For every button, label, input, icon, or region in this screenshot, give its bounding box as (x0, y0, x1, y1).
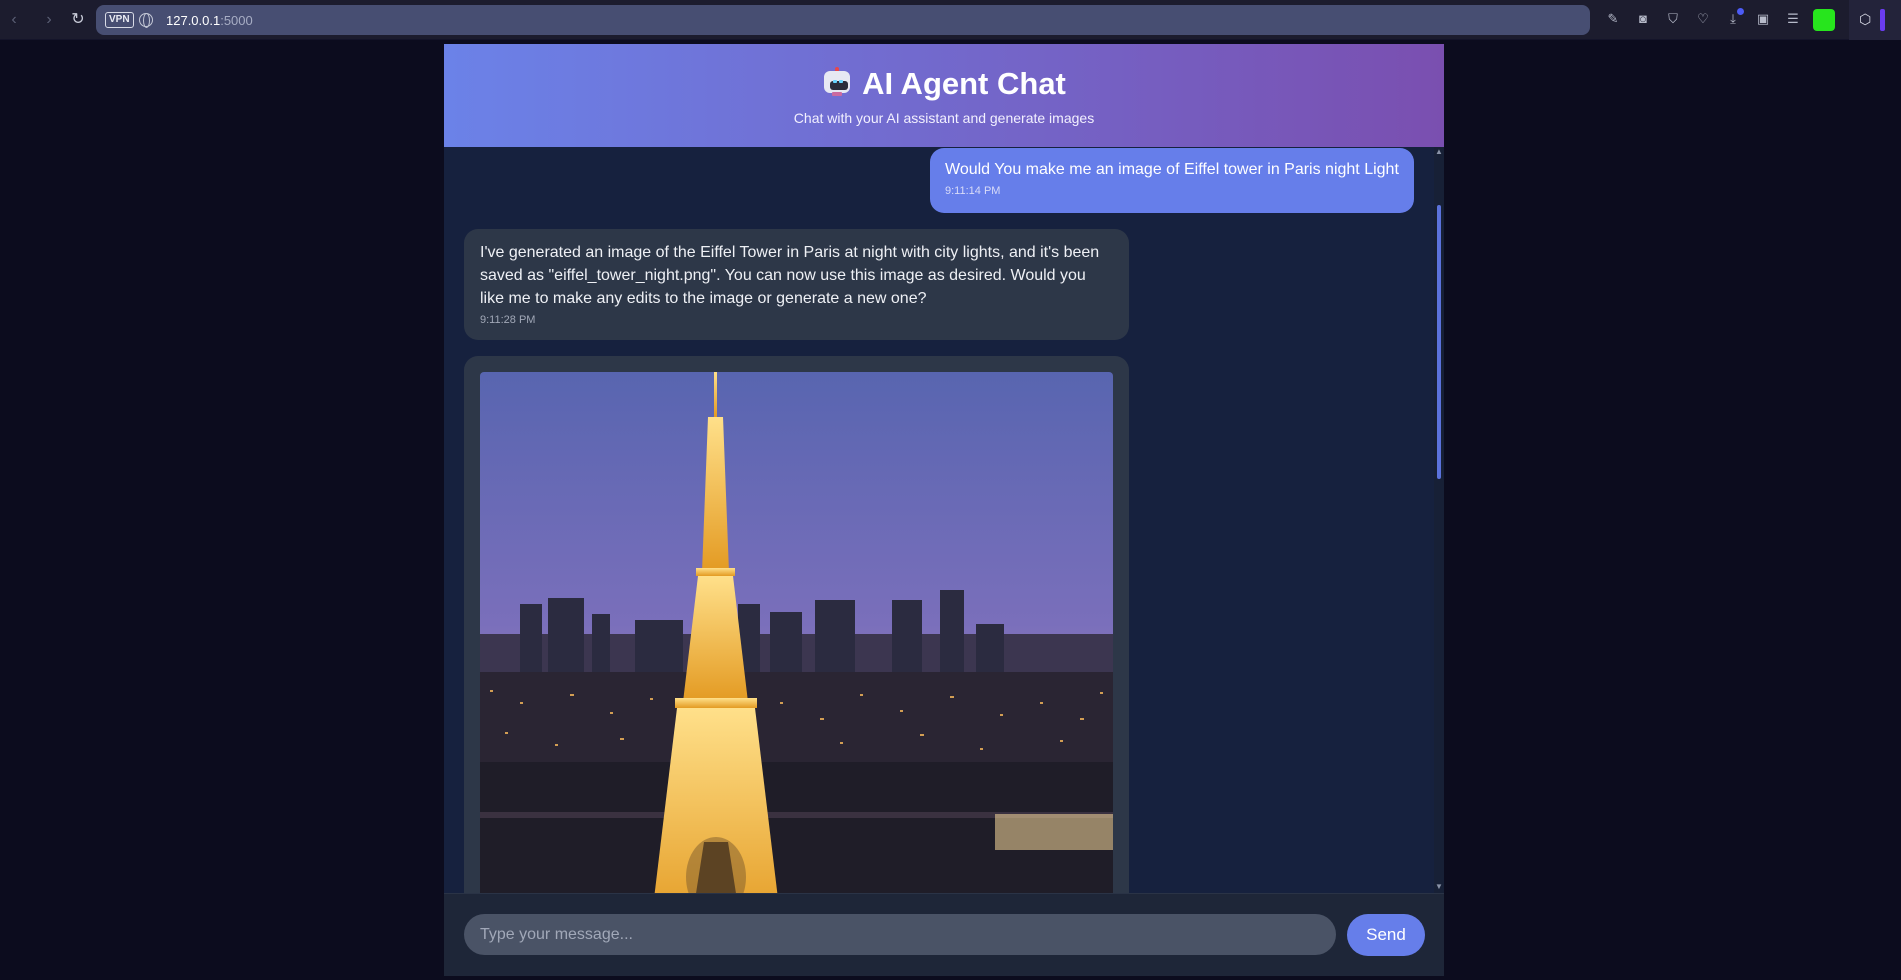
eiffel-tower-night-image[interactable] (480, 372, 1113, 893)
scroll-up-icon[interactable]: ▲ (1435, 148, 1443, 156)
url-port: :5000 (220, 13, 253, 28)
title-text: AI Agent Chat (862, 66, 1066, 101)
download-badge (1737, 8, 1744, 15)
chat-app: AI Agent Chat Chat with your AI assistan… (444, 44, 1444, 976)
send-button[interactable]: Send (1347, 914, 1425, 956)
scroll-down-icon[interactable]: ▼ (1435, 883, 1443, 891)
url-host: 127.0.0.1 (166, 13, 221, 28)
message-input[interactable] (464, 914, 1336, 955)
message-list[interactable]: Would You make me an image of Eiffel tow… (444, 147, 1444, 893)
browser-toolbar: ‹ › ↻ VPN 127.0.0.1:5000 ✎ ◙ ⛉ ♡ ⤓ ▣ ☰ ⬡ (0, 0, 1901, 40)
camera-icon[interactable]: ◙ (1634, 10, 1652, 28)
message-time: 9:11:28 PM (480, 314, 536, 326)
reload-icon[interactable]: ↻ (68, 10, 88, 30)
user-message: Would You make me an image of Eiffel tow… (930, 148, 1414, 213)
page-subtitle: Chat with your AI assistant and generate… (793, 110, 1095, 126)
shield-icon[interactable]: ⛉ (1664, 10, 1682, 28)
app-header: AI Agent Chat Chat with your AI assistan… (444, 44, 1444, 147)
vpn-badge[interactable]: VPN (105, 12, 134, 28)
assistant-message: I've generated an image of the Eiffel To… (464, 229, 1129, 340)
cube-icon: ⬡ (1859, 11, 1872, 27)
player-icon[interactable]: ▣ (1754, 10, 1772, 28)
address-bar[interactable]: VPN 127.0.0.1:5000 (96, 5, 1590, 35)
scroll-thumb[interactable] (1437, 205, 1441, 479)
edit-icon[interactable]: ✎ (1604, 10, 1622, 28)
globe-icon (139, 13, 153, 28)
message-text: Would You make me an image of Eiffel tow… (945, 161, 1399, 178)
message-text: I've generated an image of the Eiffel To… (480, 244, 1100, 307)
robot-icon (822, 67, 852, 97)
message-time: 9:11:14 PM (945, 185, 1001, 197)
sidebar-accent (1880, 9, 1885, 31)
sidebar-toggle[interactable]: ⬡ (1849, 0, 1901, 40)
image-message (464, 356, 1129, 893)
message-scrollbar[interactable]: ▲ ▼ (1434, 147, 1444, 893)
url-text[interactable]: 127.0.0.1:5000 (166, 13, 253, 28)
page-title: AI Agent Chat (444, 66, 1444, 102)
browser-tools: ✎ ◙ ⛉ ♡ ⤓ ▣ ☰ (1604, 10, 1802, 28)
menu-icon[interactable]: ☰ (1784, 10, 1802, 28)
extension-icon[interactable] (1813, 9, 1835, 31)
heart-icon[interactable]: ♡ (1694, 10, 1712, 28)
back-icon[interactable]: ‹ (4, 10, 24, 30)
composer: Send (444, 893, 1444, 976)
forward-icon[interactable]: › (39, 10, 59, 30)
